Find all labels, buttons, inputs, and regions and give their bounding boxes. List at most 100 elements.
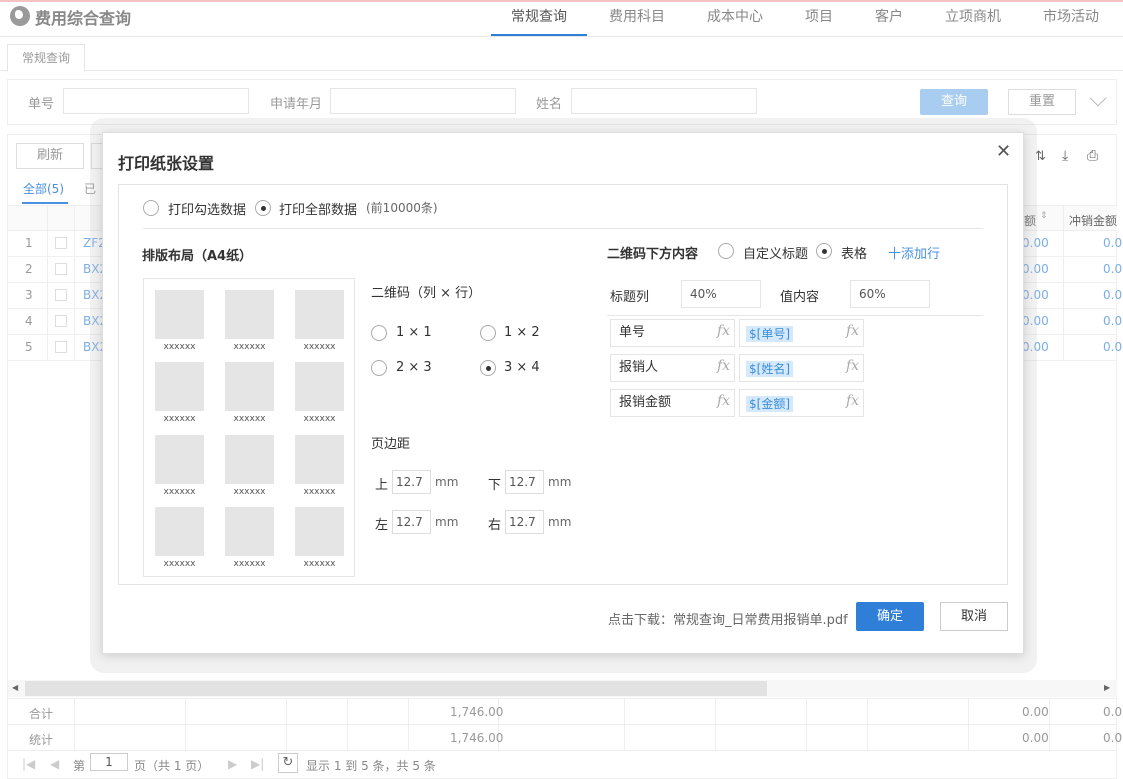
sort-icon[interactable]: ⇅ <box>1035 149 1051 164</box>
stat-amount: 0.00 <box>1022 731 1049 745</box>
app-title: 费用综合查询 <box>35 9 132 28</box>
qr-placeholder <box>225 507 274 556</box>
qr-option-2x3-label[interactable]: 2 × 3 <box>396 360 432 375</box>
custom-title-radio[interactable] <box>718 243 734 259</box>
add-row-button[interactable]: 十添加行 <box>888 243 940 262</box>
title-col-width-input[interactable]: 40% <box>681 280 761 308</box>
last-page-icon[interactable]: ▶| <box>251 757 264 771</box>
margin-left-label: 左 <box>375 518 389 533</box>
table-radio[interactable] <box>816 243 832 259</box>
margin-right-input[interactable]: 12.7 <box>505 510 544 534</box>
footer-col-divider <box>867 698 868 750</box>
qr-placeholder <box>225 290 274 339</box>
page-number-input[interactable]: 1 <box>90 753 128 771</box>
order-no-input[interactable] <box>63 88 249 114</box>
download-icon[interactable]: ⤓ <box>1062 148 1078 164</box>
reset-button[interactable]: 重置 <box>1008 89 1076 115</box>
order-no-label: 单号 <box>28 97 55 112</box>
ok-button[interactable]: 确定 <box>856 602 924 631</box>
value-col-width-input[interactable]: 60% <box>850 280 930 308</box>
qr-placeholder <box>155 435 204 484</box>
footer-col-divider <box>806 698 807 750</box>
nav-tab-regular-query[interactable]: 常规查询 <box>491 6 587 36</box>
row-writeoff: 0.0 <box>1103 236 1123 250</box>
query-button[interactable]: 查询 <box>920 89 988 115</box>
name-input[interactable] <box>571 88 757 114</box>
fx-icon[interactable]: fx <box>846 393 859 409</box>
qr-option-3x4-label[interactable]: 3 × 4 <box>504 360 540 375</box>
reload-icon[interactable]: ↻ <box>278 753 298 773</box>
qr-placeholder-label: xxxxxx <box>303 414 336 424</box>
prev-page-icon[interactable]: ◀ <box>50 757 59 771</box>
fx-icon[interactable]: fx <box>717 358 730 374</box>
nav-tab-opportunity[interactable]: 立项商机 <box>934 6 1012 26</box>
nav-tab-expense-item[interactable]: 费用科目 <box>598 6 676 26</box>
qr-placeholder-label: xxxxxx <box>303 342 336 352</box>
footer-col-divider <box>185 698 186 750</box>
row-checkbox[interactable] <box>55 341 67 353</box>
nav-tab-marketing[interactable]: 市场活动 <box>1032 6 1110 26</box>
footer-col-divider <box>286 698 287 750</box>
print-all-label[interactable]: 打印全部数据 <box>279 199 357 218</box>
nav-tab-customer[interactable]: 客户 <box>864 6 914 26</box>
next-page-icon[interactable]: ▶ <box>228 757 237 771</box>
col-header-writeoff[interactable]: 冲销金额 <box>1069 212 1117 229</box>
margin-bottom-input[interactable]: 12.7 <box>505 470 544 494</box>
grid-divider <box>8 750 1117 751</box>
sub-tab-regular-query[interactable]: 常规查询 <box>7 44 85 72</box>
qr-option-2x3-radio[interactable] <box>371 360 387 376</box>
qr-option-1x2-label[interactable]: 1 × 2 <box>504 325 540 340</box>
qr-option-1x1-label[interactable]: 1 × 1 <box>396 325 432 340</box>
row-checkbox[interactable] <box>55 237 67 249</box>
row-checkbox[interactable] <box>55 263 67 275</box>
cancel-button[interactable]: 取消 <box>940 602 1008 631</box>
print-selected-label[interactable]: 打印勾选数据 <box>168 199 246 218</box>
qr-option-1x1-radio[interactable] <box>371 325 387 341</box>
scroll-left-icon[interactable]: ◀ <box>12 683 18 692</box>
print-icon[interactable]: ⎙ <box>1087 148 1105 164</box>
nav-tab-project[interactable]: 项目 <box>794 6 844 26</box>
fx-icon[interactable]: fx <box>717 393 730 409</box>
qr-placeholder <box>295 362 344 411</box>
custom-title-label[interactable]: 自定义标题 <box>743 243 808 262</box>
qr-option-1x2-radio[interactable] <box>480 325 496 341</box>
qr-placeholder-label: xxxxxx <box>163 414 196 424</box>
fx-icon[interactable]: fx <box>846 358 859 374</box>
table-label[interactable]: 表格 <box>841 243 867 262</box>
field-value-tag: $[单号] <box>746 326 793 342</box>
qr-placeholder <box>225 362 274 411</box>
qr-placeholder <box>225 435 274 484</box>
print-selected-radio[interactable] <box>143 200 159 216</box>
close-icon[interactable]: ✕ <box>996 141 1011 162</box>
margin-bottom-label: 下 <box>488 478 502 493</box>
refresh-button[interactable]: 刷新 <box>16 143 84 169</box>
qr-placeholder <box>295 435 344 484</box>
title-col-label: 标题列 <box>610 290 650 305</box>
scroll-right-icon[interactable]: ▶ <box>1104 683 1110 692</box>
row-writeoff: 0.0 <box>1103 262 1123 276</box>
row-checkbox[interactable] <box>55 315 67 327</box>
qr-option-3x4-radio[interactable] <box>480 360 496 376</box>
apply-month-input[interactable] <box>330 88 516 114</box>
grid-tab-all[interactable]: 全部(5) <box>23 180 64 197</box>
qr-placeholder <box>295 290 344 339</box>
scrollbar-thumb[interactable] <box>25 681 767 696</box>
margin-top-input[interactable]: 12.7 <box>392 470 431 494</box>
row-checkbox[interactable] <box>55 289 67 301</box>
row-index: 2 <box>25 262 33 276</box>
stat-total: 1,746.00 <box>450 731 504 745</box>
first-page-icon[interactable]: |◀ <box>22 757 35 771</box>
print-all-radio[interactable] <box>255 200 271 216</box>
qr-placeholder-label: xxxxxx <box>163 559 196 569</box>
qr-placeholder-label: xxxxxx <box>233 414 266 424</box>
row-index: 1 <box>25 236 33 250</box>
row-writeoff: 0.0 <box>1103 288 1123 302</box>
nav-tab-cost-center[interactable]: 成本中心 <box>696 6 774 26</box>
fx-icon[interactable]: fx <box>846 323 859 339</box>
sub-tab-bar <box>0 37 1123 71</box>
download-link[interactable]: 点击下载：常规查询_日常费用报销单.pdf <box>608 609 848 628</box>
col-sort-icon[interactable]: ⇕ <box>1040 211 1048 221</box>
footer-col-divider <box>1049 698 1050 750</box>
fx-icon[interactable]: fx <box>717 323 730 339</box>
margin-left-input[interactable]: 12.7 <box>392 510 431 534</box>
